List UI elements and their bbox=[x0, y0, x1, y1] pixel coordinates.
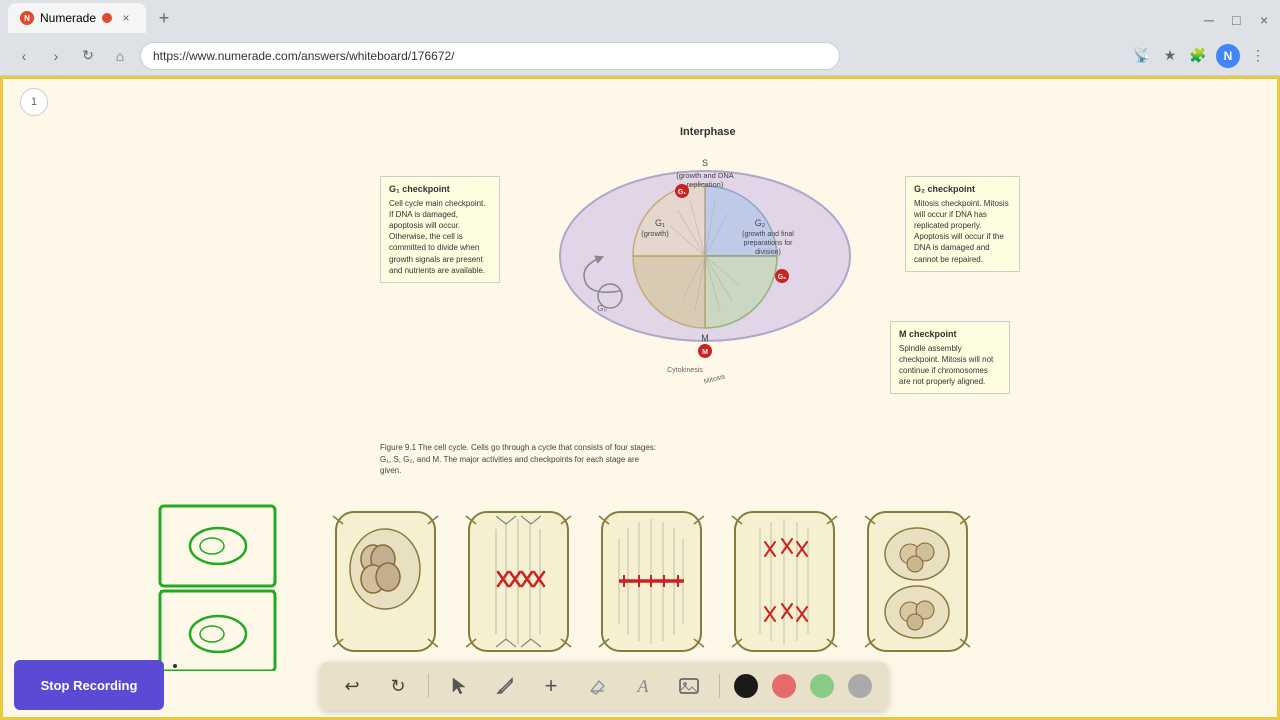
refresh-button[interactable]: ↻ bbox=[76, 44, 100, 68]
late-anaphase-cell bbox=[727, 504, 842, 659]
svg-text:(growth): (growth) bbox=[641, 229, 669, 238]
svg-text:replication): replication) bbox=[687, 180, 724, 189]
metaphase-cell bbox=[461, 504, 576, 659]
g1-checkpoint-box: G₁ checkpoint Cell cycle main checkpoint… bbox=[380, 176, 500, 283]
drawn-interphase-cell bbox=[140, 496, 290, 666]
url-text: https://www.numerade.com/answers/whitebo… bbox=[153, 49, 455, 63]
color-pink[interactable] bbox=[772, 674, 796, 698]
g1-box-title: G₁ checkpoint bbox=[389, 183, 491, 196]
pen-tool-button[interactable] bbox=[489, 670, 521, 702]
g1-box-text: Cell cycle main checkpoint. If DNA is da… bbox=[389, 198, 491, 276]
color-black[interactable] bbox=[734, 674, 758, 698]
text-tool-button[interactable]: A bbox=[627, 670, 659, 702]
maximize-button[interactable]: □ bbox=[1232, 12, 1244, 24]
stop-recording-button[interactable]: Stop Recording bbox=[14, 660, 164, 710]
figure-caption: Figure 9.1 The cell cycle. Cells go thro… bbox=[380, 442, 660, 476]
eraser-button[interactable] bbox=[581, 670, 613, 702]
address-bar: ‹ › ↻ ⌂ https://www.numerade.com/answers… bbox=[0, 36, 1280, 76]
anaphase-cell bbox=[594, 504, 709, 659]
add-button[interactable]: + bbox=[535, 670, 567, 702]
svg-text:(growth and DNA: (growth and DNA bbox=[676, 171, 734, 180]
cast-icon[interactable]: 📡 bbox=[1132, 46, 1152, 66]
svg-text:Mitosis: Mitosis bbox=[703, 373, 726, 386]
svg-text:S: S bbox=[702, 158, 708, 168]
telophase-cell bbox=[860, 504, 975, 659]
svg-text:(growth and final: (growth and final bbox=[742, 231, 794, 238]
g2-box-text: Mitosis checkpoint. Mitosis will occur i… bbox=[914, 198, 1011, 265]
svg-text:G₂: G₂ bbox=[755, 218, 766, 228]
recording-dot bbox=[102, 13, 112, 23]
extension-icon[interactable]: 🧩 bbox=[1188, 46, 1208, 66]
svg-text:division): division) bbox=[755, 249, 781, 256]
m-box-text: Spindle assembly checkpoint. Mitosis wil… bbox=[899, 343, 1001, 388]
redo-button[interactable]: ↻ bbox=[382, 670, 414, 702]
home-button[interactable]: ⌂ bbox=[108, 44, 132, 68]
url-input[interactable]: https://www.numerade.com/answers/whitebo… bbox=[140, 42, 840, 70]
m-box-title: M checkpoint bbox=[899, 328, 1001, 341]
menu-icon[interactable]: ⋮ bbox=[1248, 46, 1268, 66]
mitosis-cells-area bbox=[140, 496, 975, 666]
tab-label: Numerade bbox=[40, 11, 96, 25]
browser-frame: N Numerade × + ─ □ × ‹ › ↻ ⌂ https://www… bbox=[0, 0, 1280, 720]
tab-close-button[interactable]: × bbox=[118, 10, 134, 26]
m-checkpoint-box: M checkpoint Spindle assembly checkpoint… bbox=[890, 321, 1010, 394]
cell-cycle-svg: S (growth and DNA replication) G₂ (growt… bbox=[530, 136, 890, 421]
color-green[interactable] bbox=[810, 674, 834, 698]
close-button[interactable]: × bbox=[1260, 12, 1272, 24]
title-bar-controls: ─ □ × bbox=[1204, 12, 1272, 24]
tab-favicon: N bbox=[20, 11, 34, 25]
back-button[interactable]: ‹ bbox=[12, 44, 36, 68]
browser-tab[interactable]: N Numerade × bbox=[8, 3, 146, 33]
drawing-toolbar: ↩ ↻ + A bbox=[320, 662, 888, 710]
cell-cycle-diagram: Interphase bbox=[380, 126, 1020, 486]
title-bar: N Numerade × + ─ □ × bbox=[0, 0, 1280, 36]
profile-avatar[interactable]: N bbox=[1216, 44, 1240, 68]
svg-text:Cytokinesis: Cytokinesis bbox=[667, 367, 703, 374]
g2-box-title: G₂ checkpoint bbox=[914, 183, 1011, 196]
whiteboard: 1 Interphase bbox=[0, 76, 1280, 720]
title-bar-left: N Numerade × + bbox=[8, 3, 176, 33]
new-tab-button[interactable]: + bbox=[152, 6, 176, 30]
color-gray[interactable] bbox=[848, 674, 872, 698]
svg-text:M: M bbox=[701, 333, 709, 343]
undo-button[interactable]: ↩ bbox=[336, 670, 368, 702]
address-bar-right: 📡 ★ 🧩 N ⋮ bbox=[1132, 44, 1268, 68]
image-button[interactable] bbox=[673, 670, 705, 702]
toolbar-divider-1 bbox=[428, 674, 429, 698]
forward-button[interactable]: › bbox=[44, 44, 68, 68]
prophase-cell bbox=[328, 504, 443, 659]
svg-text:G₁: G₁ bbox=[655, 218, 665, 228]
svg-text:G₂: G₂ bbox=[778, 274, 787, 281]
svg-text:preparations for: preparations for bbox=[743, 240, 793, 247]
minimize-button[interactable]: ─ bbox=[1204, 12, 1216, 24]
bookmark-icon[interactable]: ★ bbox=[1160, 46, 1180, 66]
toolbar-divider-2 bbox=[719, 674, 720, 698]
figure-text: Figure 9.1 The cell cycle. Cells go thro… bbox=[380, 443, 656, 474]
svg-text:G₁: G₁ bbox=[678, 189, 686, 196]
svg-text:M: M bbox=[702, 349, 708, 356]
select-tool-button[interactable] bbox=[443, 670, 475, 702]
page-number: 1 bbox=[20, 88, 48, 116]
g2-checkpoint-box: G₂ checkpoint Mitosis checkpoint. Mitosi… bbox=[905, 176, 1020, 272]
